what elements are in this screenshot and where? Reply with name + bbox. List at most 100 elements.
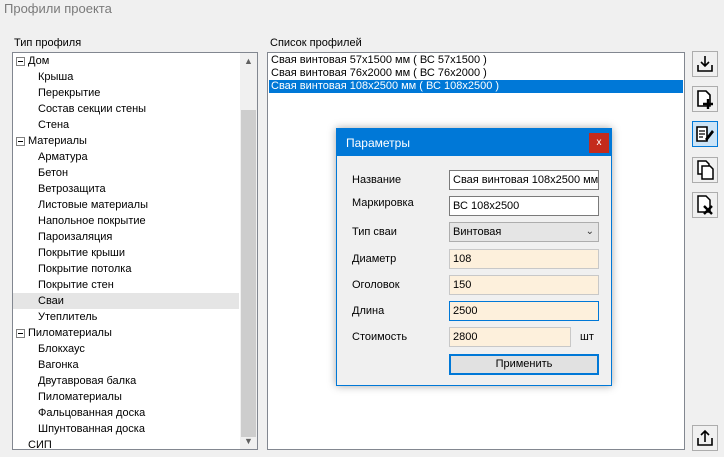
length-field[interactable]: 2500 [449,301,599,321]
diameter-label: Диаметр [352,253,397,265]
pile-type-label: Тип сваи [352,226,397,238]
tree-item-label: Утеплитель [38,311,98,323]
delete-icon [697,195,713,215]
close-button[interactable]: x [589,133,609,153]
tree-item[interactable]: Листовые материалы [13,197,239,213]
tree-item-label: Бетон [38,167,69,179]
collapse-icon[interactable] [16,329,25,338]
tree-item-label: Крыша [38,71,74,83]
cost-unit: шт [580,331,594,343]
tree-item-label: Покрытие крыши [38,247,126,259]
import-icon [697,56,713,72]
delete-profile-button[interactable] [692,192,718,218]
tree-item[interactable]: Состав секции стены [13,101,239,117]
add-profile-button[interactable] [692,86,718,112]
tree-item-label: Перекрытие [38,87,101,99]
copy-profile-button[interactable] [692,157,718,183]
pile-type-value: Винтовая [453,226,502,238]
close-icon: x [596,137,602,148]
tree-item-label: Вагонка [38,359,79,371]
tree-item-label: Листовые материалы [38,199,148,211]
tree-item[interactable]: Материалы [13,133,239,149]
export-icon [697,429,713,446]
tree-item-label: Пиломатериалы [38,391,122,403]
tree-item[interactable]: Бетон [13,165,239,181]
tree-item-label: Сваи [38,295,64,307]
add-icon [697,90,713,109]
dialog-header: Параметры x [337,129,611,156]
tree-label: Тип профиля [14,37,82,49]
tree-scrollbar[interactable]: ▲ ▼ [240,53,257,449]
tree-item-label: Фальцованная доска [38,407,146,419]
tree-item-label: Шпунтованная доска [38,423,145,435]
tree-item[interactable]: Покрытие стен [13,277,239,293]
marking-field[interactable]: ВС 108x2500 [449,196,599,216]
profile-type-tree[interactable]: Дом Крыша Перекрытие Состав секции стены Сте… [12,52,258,450]
length-label: Длина [352,305,385,317]
tree-item-label: Ветрозащита [38,183,106,195]
scroll-down-icon[interactable]: ▼ [240,433,257,449]
copy-icon [697,160,714,180]
tree-item[interactable]: Сваи [13,293,239,309]
tree-item-label: Стена [38,119,70,131]
profile-list-item[interactable]: Свая винтовая 108x2500 мм ( ВС 108x2500 … [269,80,683,93]
name-label: Название [352,174,402,186]
tree-item[interactable]: Покрытие потолка [13,261,239,277]
tree-item-label: СИП [28,439,52,450]
tree-item-label: Двутавровая балка [38,375,137,387]
tree-item[interactable]: Перекрытие [13,85,239,101]
tree-item[interactable]: Напольное покрытие [13,213,239,229]
tree-item-label: Состав секции стены [38,103,147,115]
tree-item-label: Напольное покрытие [38,215,146,227]
collapse-icon[interactable] [16,137,25,146]
tree-item[interactable]: Блокхаус [13,341,239,357]
tree-item[interactable]: Вагонка [13,357,239,373]
tree-item-label: Блокхаус [38,343,85,355]
tree-item[interactable]: Крыша [13,69,239,85]
head-label: Оголовок [352,279,400,291]
export-button[interactable] [692,425,718,451]
scroll-thumb[interactable] [241,110,256,437]
edit-profile-button[interactable] [692,121,718,147]
tree-item[interactable]: Пиломатериалы [13,389,239,405]
dialog-title: Параметры [346,136,410,150]
tree-item-label: Пароизаляция [38,231,113,243]
cost-field[interactable]: 2800 [449,327,571,347]
apply-button[interactable]: Применить [449,354,599,375]
import-button[interactable] [692,51,718,77]
marking-label: Маркировка [352,197,414,209]
tree-item[interactable]: Фальцованная доска [13,405,239,421]
edit-icon [696,126,714,142]
tree-item[interactable]: Покрытие крыши [13,245,239,261]
pile-type-select[interactable]: Винтовая ⌄ [449,222,599,242]
tree-item[interactable]: Шпунтованная доска [13,421,239,437]
tree-item-label: Покрытие потолка [38,263,132,275]
tree-item[interactable]: Пароизаляция [13,229,239,245]
tree-item-label: Дом [28,55,50,67]
tree-item-label: Пиломатериалы [28,327,112,339]
tree-item-label: Арматура [38,151,88,163]
profiles-label: Список профилей [270,37,362,49]
tree-item[interactable]: Утеплитель [13,309,239,325]
profile-list-item[interactable]: Свая винтовая 76x2000 мм ( ВС 76x2000 ) [269,67,683,80]
tree-item-label: Покрытие стен [38,279,114,291]
parameters-dialog: Параметры x Название Свая винтовая 108x2… [336,128,612,386]
window-titlebar: Профили проекта [0,0,724,22]
profile-list-item[interactable]: Свая винтовая 57x1500 мм ( ВС 57x1500 ) [269,54,683,67]
tree-item[interactable]: Арматура [13,149,239,165]
tree-item[interactable]: Дом [13,53,239,69]
cost-label: Стоимость [352,331,408,343]
name-field[interactable]: Свая винтовая 108x2500 мм [449,170,599,190]
chevron-down-icon: ⌄ [585,226,594,237]
tree-item[interactable]: Ветрозащита [13,181,239,197]
tree-item[interactable]: Стена [13,117,239,133]
tree-item-label: Материалы [28,135,87,147]
diameter-field[interactable]: 108 [449,249,599,269]
tree-item[interactable]: Двутавровая балка [13,373,239,389]
scroll-up-icon[interactable]: ▲ [240,53,257,69]
window-title: Профили проекта [4,1,112,16]
tree-item[interactable]: Пиломатериалы [13,325,239,341]
head-field[interactable]: 150 [449,275,599,295]
collapse-icon[interactable] [16,57,25,66]
tree-item[interactable]: СИП [13,437,239,450]
